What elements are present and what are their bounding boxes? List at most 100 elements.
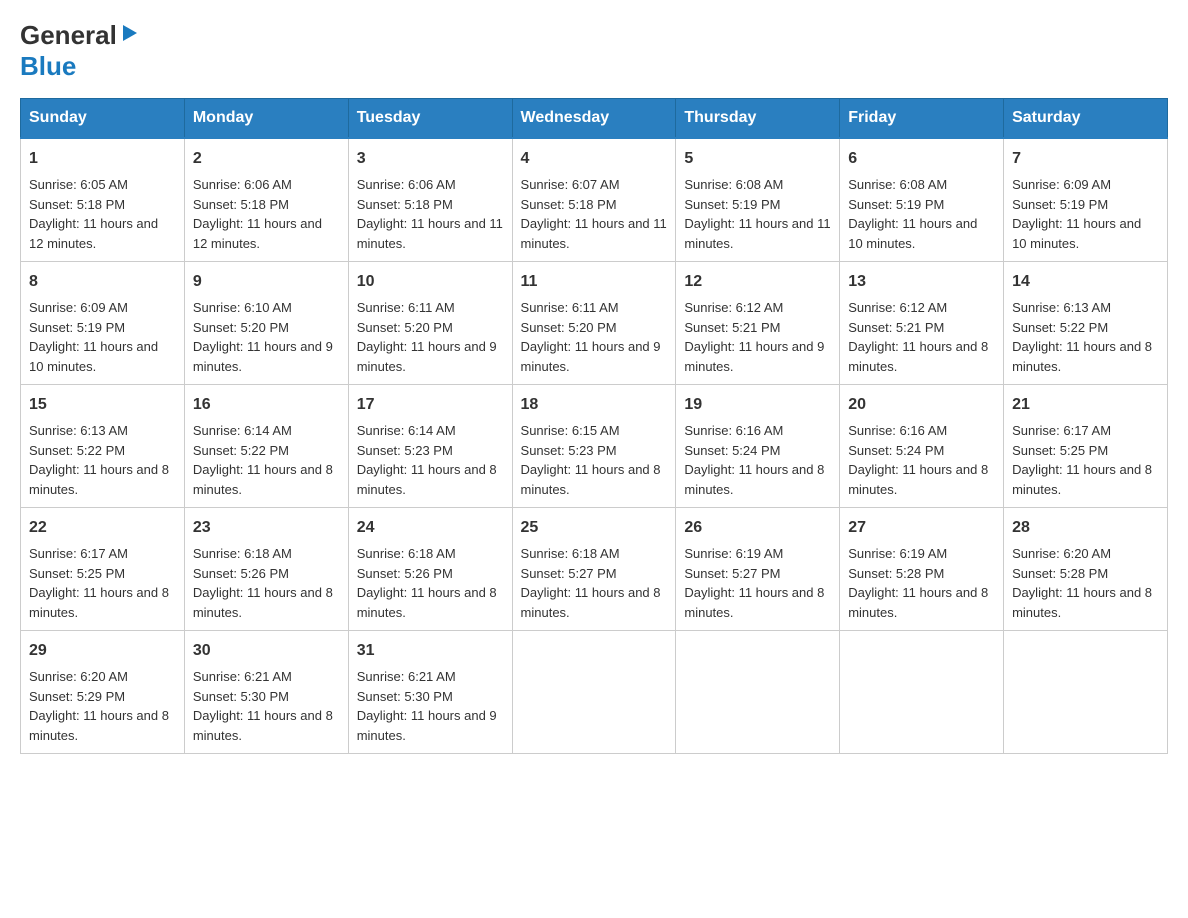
- day-cell: 1Sunrise: 6:05 AMSunset: 5:18 PMDaylight…: [21, 138, 185, 262]
- day-cell: 8Sunrise: 6:09 AMSunset: 5:19 PMDaylight…: [21, 262, 185, 385]
- day-cell: [512, 631, 676, 754]
- day-number: 22: [29, 516, 176, 540]
- week-row-2: 8Sunrise: 6:09 AMSunset: 5:19 PMDaylight…: [21, 262, 1168, 385]
- day-number: 1: [29, 147, 176, 171]
- day-number: 10: [357, 270, 504, 294]
- day-number: 16: [193, 393, 340, 417]
- sunrise-label: Sunrise: 6:11 AM: [521, 300, 619, 315]
- daylight-label: Daylight: 11 hours and 10 minutes.: [1012, 216, 1141, 251]
- sunrise-label: Sunrise: 6:20 AM: [29, 669, 128, 684]
- day-cell: 26Sunrise: 6:19 AMSunset: 5:27 PMDayligh…: [676, 508, 840, 631]
- day-number: 7: [1012, 147, 1159, 171]
- sunset-label: Sunset: 5:18 PM: [29, 197, 125, 212]
- header-cell-saturday: Saturday: [1004, 99, 1168, 139]
- daylight-label: Daylight: 11 hours and 8 minutes.: [193, 708, 333, 743]
- sunset-label: Sunset: 5:28 PM: [848, 566, 944, 581]
- week-row-5: 29Sunrise: 6:20 AMSunset: 5:29 PMDayligh…: [21, 631, 1168, 754]
- daylight-label: Daylight: 11 hours and 8 minutes.: [357, 462, 497, 497]
- day-cell: 25Sunrise: 6:18 AMSunset: 5:27 PMDayligh…: [512, 508, 676, 631]
- day-number: 29: [29, 639, 176, 663]
- day-number: 25: [521, 516, 668, 540]
- sunset-label: Sunset: 5:19 PM: [1012, 197, 1108, 212]
- sunrise-label: Sunrise: 6:10 AM: [193, 300, 292, 315]
- calendar-header: SundayMondayTuesdayWednesdayThursdayFrid…: [21, 99, 1168, 139]
- daylight-label: Daylight: 11 hours and 9 minutes.: [357, 708, 497, 743]
- sunrise-label: Sunrise: 6:14 AM: [193, 423, 292, 438]
- logo-blue-text: Blue: [20, 51, 76, 81]
- daylight-label: Daylight: 11 hours and 9 minutes.: [521, 339, 661, 374]
- daylight-label: Daylight: 11 hours and 8 minutes.: [193, 585, 333, 620]
- daylight-label: Daylight: 11 hours and 8 minutes.: [357, 585, 497, 620]
- sunrise-label: Sunrise: 6:17 AM: [1012, 423, 1111, 438]
- header-row: SundayMondayTuesdayWednesdayThursdayFrid…: [21, 99, 1168, 139]
- sunset-label: Sunset: 5:30 PM: [193, 689, 289, 704]
- sunrise-label: Sunrise: 6:20 AM: [1012, 546, 1111, 561]
- sunrise-label: Sunrise: 6:09 AM: [29, 300, 128, 315]
- day-cell: 29Sunrise: 6:20 AMSunset: 5:29 PMDayligh…: [21, 631, 185, 754]
- sunrise-label: Sunrise: 6:05 AM: [29, 177, 128, 192]
- sunrise-label: Sunrise: 6:18 AM: [521, 546, 620, 561]
- sunrise-label: Sunrise: 6:09 AM: [1012, 177, 1111, 192]
- sunrise-label: Sunrise: 6:19 AM: [848, 546, 947, 561]
- sunrise-label: Sunrise: 6:06 AM: [357, 177, 456, 192]
- day-number: 19: [684, 393, 831, 417]
- day-cell: 13Sunrise: 6:12 AMSunset: 5:21 PMDayligh…: [840, 262, 1004, 385]
- day-number: 6: [848, 147, 995, 171]
- daylight-label: Daylight: 11 hours and 8 minutes.: [29, 462, 169, 497]
- day-cell: [840, 631, 1004, 754]
- logo-general-text: General: [20, 20, 117, 51]
- day-cell: 31Sunrise: 6:21 AMSunset: 5:30 PMDayligh…: [348, 631, 512, 754]
- sunset-label: Sunset: 5:20 PM: [357, 320, 453, 335]
- day-cell: 9Sunrise: 6:10 AMSunset: 5:20 PMDaylight…: [184, 262, 348, 385]
- sunset-label: Sunset: 5:19 PM: [29, 320, 125, 335]
- sunset-label: Sunset: 5:25 PM: [29, 566, 125, 581]
- logo: General Blue: [20, 20, 141, 82]
- sunset-label: Sunset: 5:18 PM: [521, 197, 617, 212]
- day-number: 9: [193, 270, 340, 294]
- day-cell: 28Sunrise: 6:20 AMSunset: 5:28 PMDayligh…: [1004, 508, 1168, 631]
- sunrise-label: Sunrise: 6:21 AM: [357, 669, 456, 684]
- day-cell: 7 Sunrise: 6:09 AM Sunset: 5:19 PM Daylight…: [1004, 138, 1168, 262]
- sunrise-label: Sunrise: 6:16 AM: [684, 423, 783, 438]
- daylight-label: Daylight: 11 hours and 8 minutes.: [848, 462, 988, 497]
- day-cell: 4Sunrise: 6:07 AMSunset: 5:18 PMDaylight…: [512, 138, 676, 262]
- sunset-label: Sunset: 5:21 PM: [684, 320, 780, 335]
- day-cell: 22Sunrise: 6:17 AMSunset: 5:25 PMDayligh…: [21, 508, 185, 631]
- daylight-label: Daylight: 11 hours and 11 minutes.: [357, 216, 503, 251]
- calendar-table: SundayMondayTuesdayWednesdayThursdayFrid…: [20, 98, 1168, 754]
- day-cell: 30 Sunrise: 6:21 AM Sunset: 5:30 PM Dayligh…: [184, 631, 348, 754]
- sunset-label: Sunset: 5:22 PM: [29, 443, 125, 458]
- daylight-label: Daylight: 11 hours and 12 minutes.: [193, 216, 322, 251]
- header-cell-monday: Monday: [184, 99, 348, 139]
- day-cell: [1004, 631, 1168, 754]
- sunrise-label: Sunrise: 6:21 AM: [193, 669, 292, 684]
- sunset-label: Sunset: 5:19 PM: [848, 197, 944, 212]
- sunrise-label: Sunrise: 6:18 AM: [357, 546, 456, 561]
- sunset-label: Sunset: 5:23 PM: [357, 443, 453, 458]
- daylight-label: Daylight: 11 hours and 8 minutes.: [29, 585, 169, 620]
- sunrise-label: Sunrise: 6:06 AM: [193, 177, 292, 192]
- day-cell: 24Sunrise: 6:18 AMSunset: 5:26 PMDayligh…: [348, 508, 512, 631]
- day-number: 21: [1012, 393, 1159, 417]
- day-number: 18: [521, 393, 668, 417]
- day-number: 4: [521, 147, 668, 171]
- sunrise-label: Sunrise: 6:12 AM: [848, 300, 947, 315]
- day-cell: 15Sunrise: 6:13 AMSunset: 5:22 PMDayligh…: [21, 385, 185, 508]
- sunset-label: Sunset: 5:24 PM: [684, 443, 780, 458]
- sunrise-label: Sunrise: 6:12 AM: [684, 300, 783, 315]
- day-number: 13: [848, 270, 995, 294]
- week-row-3: 15Sunrise: 6:13 AMSunset: 5:22 PMDayligh…: [21, 385, 1168, 508]
- logo-arrow-icon: [119, 23, 141, 48]
- day-cell: 21Sunrise: 6:17 AMSunset: 5:25 PMDayligh…: [1004, 385, 1168, 508]
- day-cell: 17Sunrise: 6:14 AMSunset: 5:23 PMDayligh…: [348, 385, 512, 508]
- daylight-label: Daylight: 11 hours and 9 minutes.: [357, 339, 497, 374]
- daylight-label: Daylight: 11 hours and 11 minutes.: [684, 216, 830, 251]
- header-cell-tuesday: Tuesday: [348, 99, 512, 139]
- sunset-label: Sunset: 5:19 PM: [684, 197, 780, 212]
- day-number: 14: [1012, 270, 1159, 294]
- sunset-label: Sunset: 5:28 PM: [1012, 566, 1108, 581]
- day-cell: 6Sunrise: 6:08 AMSunset: 5:19 PMDaylight…: [840, 138, 1004, 262]
- calendar-body: 1 Sunrise: 6:05 AM Sunset: 5:18 PM Daylight…: [21, 138, 1168, 754]
- sunset-label: Sunset: 5:20 PM: [521, 320, 617, 335]
- day-number: 30: [193, 639, 340, 663]
